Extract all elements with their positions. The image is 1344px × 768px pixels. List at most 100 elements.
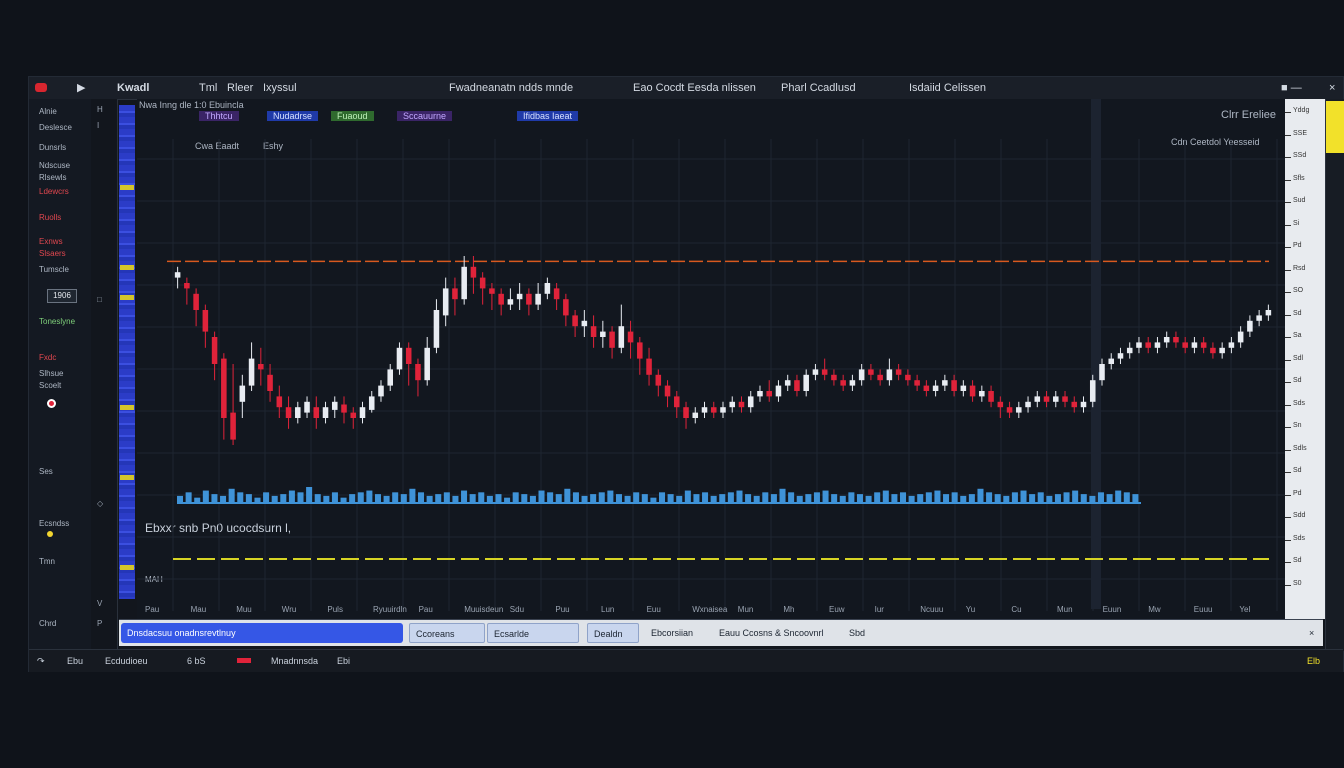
left-item-1[interactable]: Deslesce [39,123,72,132]
tab-2[interactable]: Ecsarlde [487,623,579,643]
candle-body [1173,337,1179,343]
candle-body [1117,353,1124,359]
panel-a-title[interactable]: Pharl Ccadlusd [781,77,856,99]
tool-icon-5[interactable]: P [97,619,109,629]
left-item-4[interactable]: Rlsewls [39,173,67,182]
volume-bar [211,494,218,503]
tab-3[interactable]: Dealdn [587,623,639,643]
candle-body [729,401,736,408]
tab-0[interactable]: Dnsdacsuu onadnsrevtlnuy [121,623,403,643]
volume-bar [581,495,588,503]
status-item-1[interactable]: Ecdudioeu [105,650,148,672]
volume-bar [426,495,433,503]
lower-item-5[interactable]: Tmn [39,557,55,566]
time-axis[interactable]: Pau Mau Muu Wru Puls Ryuuirdln Pau Muuisdeun Sdu… [137,601,1325,617]
price-label: Pd [1293,489,1302,497]
trading-app-window: ▶ Kwadl Tml Rleer Ixyssul Fwadneanatn nd… [28,76,1344,672]
status-item-0[interactable]: Ebu [67,650,83,672]
tab-5[interactable]: Eauu Ccosns & Sncoovnrl [713,623,830,643]
candle-body [674,396,680,408]
volume-bar [323,495,330,503]
candle-body [664,385,671,397]
tool-icon-1[interactable]: I [97,121,109,131]
candle-body [757,391,763,397]
chart-area[interactable]: Nwa Inng dle 1:0 Ebuincla Thhtcu Nudadrs… [137,99,1285,619]
close-icon[interactable]: × [1329,77,1335,99]
tab-4[interactable]: Ebcorsiian [645,623,699,643]
candle-body [295,407,301,418]
status-icon[interactable]: ↷ [37,650,45,672]
time-label: Pau [145,605,160,614]
left-item-2[interactable]: Dunsrls [39,143,66,152]
volume-bar [1054,494,1061,503]
candle-body [581,320,588,327]
candle-body [1256,315,1262,321]
price-label: S0 [1293,579,1302,587]
price-tick [1285,427,1291,428]
volume-bar [968,494,975,503]
window-controls[interactable]: ■ — [1281,77,1302,99]
left-item-7[interactable]: Exnws [39,237,63,246]
status-item-2[interactable]: 6 bS [187,650,206,672]
left-item-5[interactable]: Ldewcrs [39,187,69,196]
lower-item-3[interactable]: Ses [39,467,53,476]
lower-item-0[interactable]: Fxdc [39,353,56,362]
tool-icon-2[interactable]: □ [97,295,109,305]
price-chart[interactable] [137,99,1285,619]
volume-bar [615,494,622,503]
volume-bar [469,494,476,503]
volume-bar [796,495,803,503]
menu-item-2[interactable]: Ixyssul [263,77,297,99]
left-item-3[interactable]: Ndscuse [39,161,70,170]
left-item-8[interactable]: Slsaers [39,249,66,258]
price-tick [1285,494,1291,496]
left-item-10[interactable]: Toneslyne [39,317,75,326]
volume-bar [564,488,571,503]
value-box[interactable]: 1906 [47,289,77,303]
volume-bar [177,495,184,503]
strip-marker [120,475,134,480]
candle-body [442,288,449,316]
volume-bar [1003,495,1010,503]
candle-body [932,385,939,391]
tool-icon-4[interactable]: V [97,599,109,609]
time-label: Mh [783,605,795,614]
price-label: Sa [1293,332,1302,339]
left-item-0[interactable]: Alnie [39,107,57,116]
menu-item-0[interactable]: Tml [199,77,217,99]
time-label: Mun [1057,605,1073,614]
left-item-9[interactable]: Tumscle [39,265,69,274]
candle-body [1062,396,1068,402]
lower-item-1[interactable]: Slhsue [39,369,63,378]
price-axis[interactable]: Yddg SSE SSd Sfls Sud Si Pd Rsd SO Sd Sa Sdl Sd Sds Sn… [1285,99,1325,619]
left-item-6[interactable]: Ruolls [39,213,61,222]
volume-bar [779,488,786,503]
lower-item-2[interactable]: Scoelt [39,381,61,390]
candle-body [1265,310,1272,316]
volume-bar [856,494,863,503]
status-item-3[interactable]: Mnadnnsda [271,650,318,672]
tab-close-icon[interactable]: × [1303,623,1320,643]
panel-b-title[interactable]: Isdaiid Celissen [909,77,986,99]
tab-1[interactable]: Ccoreans [409,623,485,643]
time-label: Euw [829,605,845,614]
toolbar-icon[interactable]: ▶ [77,77,85,99]
price-tick [1285,247,1291,248]
record-icon[interactable] [47,399,56,408]
volume-bar [693,494,700,503]
candle-body [378,385,384,397]
strip-marker [120,405,134,410]
price-label: Sn [1293,422,1302,429]
status-item-4[interactable]: Ebi [337,650,350,672]
tool-icon-0[interactable]: H [97,105,109,115]
volume-bar [951,492,958,503]
candle-body [960,385,967,391]
candle-body [766,391,772,397]
time-label: Muu [236,605,252,614]
lower-item-4[interactable]: Ecsndss [39,519,69,528]
volume-bar [813,492,820,503]
tab-6[interactable]: Sbd [843,623,871,643]
candle-body [849,380,856,386]
tool-icon-3[interactable]: ◇ [97,499,109,509]
menu-item-1[interactable]: Rleer [227,77,253,99]
